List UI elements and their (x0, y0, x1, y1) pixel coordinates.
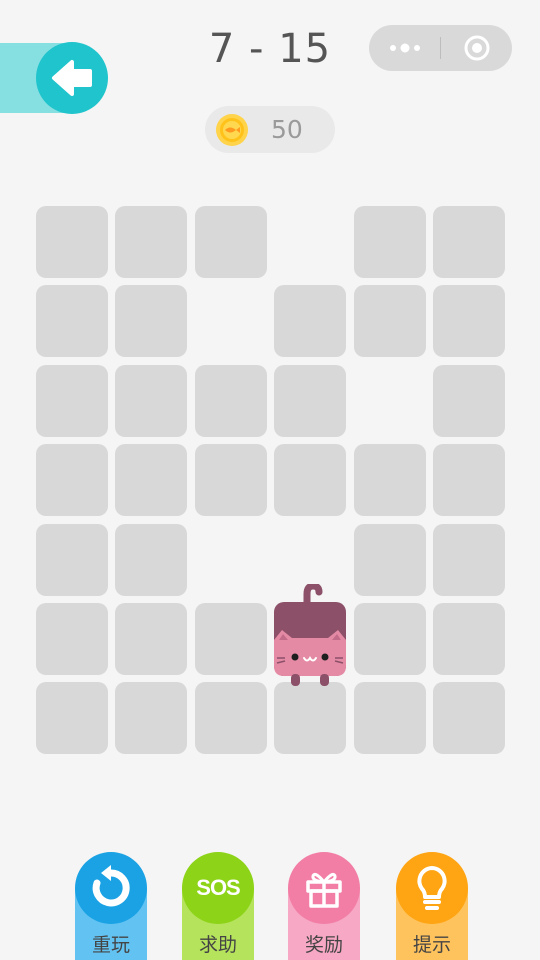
more-button[interactable] (369, 25, 440, 71)
board-tile (433, 365, 505, 437)
board-tile (36, 444, 108, 516)
board-tile (274, 285, 346, 357)
board-tile (115, 682, 187, 754)
board-tile (354, 206, 426, 278)
board-tile (36, 524, 108, 596)
board-tile (36, 365, 108, 437)
board-tile (115, 444, 187, 516)
board-tile (115, 365, 187, 437)
coin-counter: 50 (205, 106, 335, 153)
lightbulb-icon (396, 852, 468, 924)
board-tile (115, 206, 187, 278)
board-tile (354, 524, 426, 596)
level-title: 7 - 15 (208, 26, 332, 72)
replay-icon (75, 852, 147, 924)
board-tile (354, 285, 426, 357)
board-tile (195, 444, 267, 516)
board-tile (433, 206, 505, 278)
reward-label: 奖励 (304, 934, 343, 956)
board-tile (36, 206, 108, 278)
board-tile (274, 444, 346, 516)
menu-capsule (369, 25, 512, 71)
board-tile (354, 603, 426, 675)
board-tile (433, 285, 505, 357)
board-tile (195, 206, 267, 278)
board-tile (115, 524, 187, 596)
board-tile (274, 365, 346, 437)
replay-label: 重玩 (91, 934, 130, 956)
hint-button[interactable]: 提示 (396, 852, 468, 960)
board-tile (274, 682, 346, 754)
sos-button[interactable]: SOS 求助 (182, 852, 254, 960)
board-tile (115, 603, 187, 675)
board-tile (433, 603, 505, 675)
board-tile (36, 603, 108, 675)
board-tile (115, 285, 187, 357)
board-tile (354, 682, 426, 754)
board-tile (433, 682, 505, 754)
fish-coin-icon (216, 114, 248, 146)
board-tile (195, 365, 267, 437)
sos-label: 求助 (198, 934, 237, 956)
board-tile (433, 444, 505, 516)
coin-value: 50 (271, 115, 303, 144)
replay-button[interactable]: 重玩 (75, 852, 147, 960)
board-tile (195, 682, 267, 754)
sos-icon: SOS (182, 852, 254, 924)
cat-character[interactable] (273, 582, 347, 688)
board-tile (433, 524, 505, 596)
gift-icon (288, 852, 360, 924)
hint-label: 提示 (412, 934, 451, 956)
board-tile (354, 444, 426, 516)
board-tile (195, 603, 267, 675)
arrow-left-icon (52, 60, 92, 96)
board-tile (36, 682, 108, 754)
board-tile (36, 285, 108, 357)
target-circle-icon (464, 35, 489, 61)
sos-text: SOS (196, 875, 240, 900)
more-dots-icon (389, 43, 420, 53)
back-button[interactable] (36, 42, 108, 114)
close-button[interactable] (441, 25, 512, 71)
reward-button[interactable]: 奖励 (288, 852, 360, 960)
